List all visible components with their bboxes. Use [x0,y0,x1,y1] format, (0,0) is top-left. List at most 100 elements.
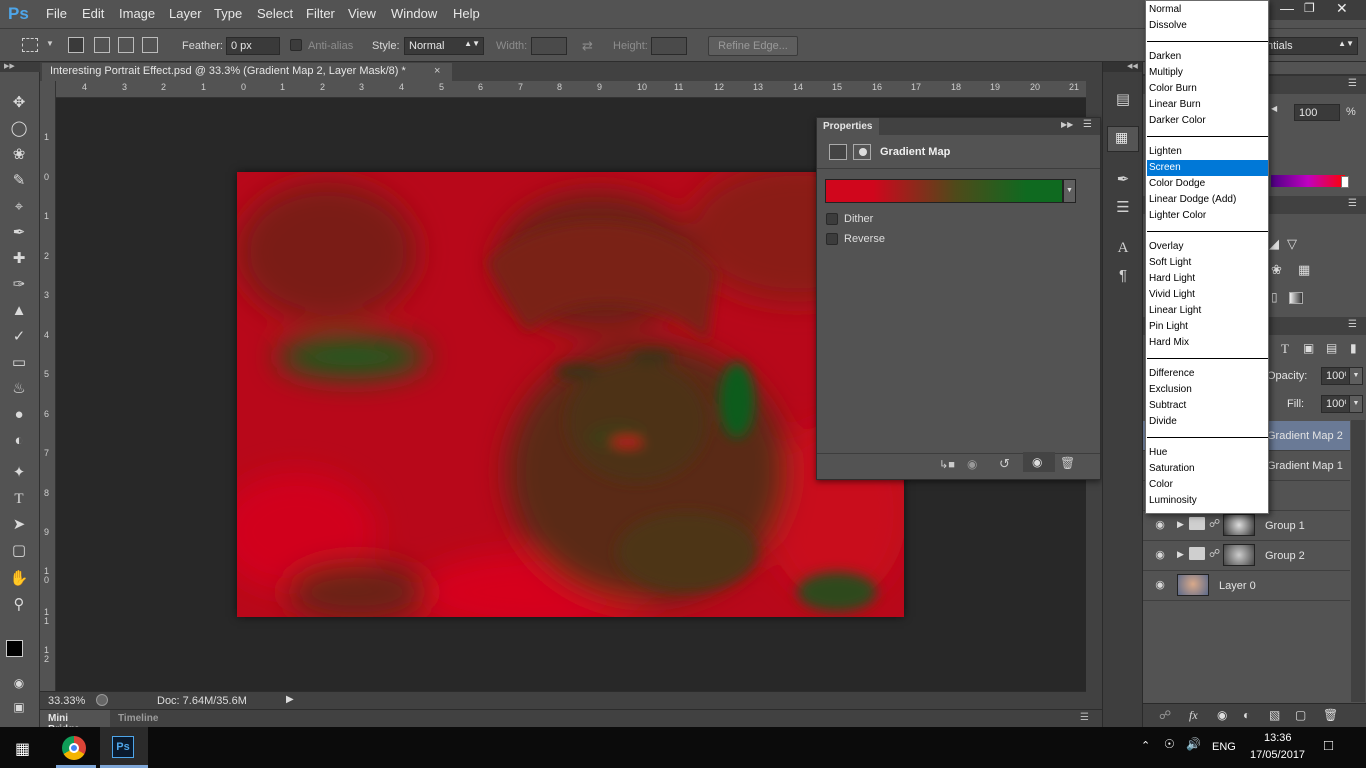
tab-mini-bridge[interactable]: Mini Bridge [40,710,110,735]
workspace-select[interactable]: ntials ▲▼ [1262,37,1358,55]
panel-menu-icon[interactable]: ☰ [1348,78,1357,89]
blend-mode-option[interactable]: Normal [1147,2,1268,18]
menu-help[interactable]: Help [453,6,480,21]
clock-time[interactable]: 13:36 [1264,732,1292,744]
blend-mode-option[interactable]: Linear Light [1147,303,1268,319]
shape-filter-icon[interactable]: ▣ [1303,341,1314,355]
subtract-selection-icon[interactable] [118,37,134,53]
brush-tool-icon[interactable]: ✑ [8,274,30,296]
blend-mode-option[interactable]: Multiply [1147,65,1268,81]
chevron-down-icon[interactable]: ▼ [1349,367,1363,385]
document-tab[interactable]: Interesting Portrait Effect.psd @ 33.3% … [42,63,452,81]
language-indicator[interactable]: ENG [1212,741,1236,753]
color-ramp-white[interactable] [1341,176,1349,188]
close-icon[interactable]: ✕ [1336,0,1348,17]
feather-input[interactable] [226,37,280,55]
foreground-color-swatch[interactable] [6,640,23,657]
tray-chevron-up-icon[interactable]: ⌃ [1141,739,1150,752]
blend-mode-option[interactable]: Screen [1147,160,1268,176]
anti-alias-checkbox[interactable] [290,39,302,51]
menu-view[interactable]: View [348,6,376,21]
tool-preset-dropdown-icon[interactable]: ▼ [46,39,54,48]
blend-mode-option[interactable]: Luminosity [1147,493,1268,509]
wifi-icon[interactable]: ☉ [1164,737,1175,751]
layers-scrollbar[interactable] [1351,420,1365,702]
visibility-toggle[interactable]: ◉ [1023,452,1055,472]
trash-icon[interactable]: 🗑 [1060,456,1075,470]
trash-icon[interactable]: 🗑 [1323,708,1338,722]
add-selection-icon[interactable] [94,37,110,53]
marquee-tool-icon[interactable] [22,38,38,52]
color-value-input[interactable] [1294,104,1340,121]
blend-mode-option[interactable]: Linear Dodge (Add) [1147,192,1268,208]
channel-mixer-icon[interactable]: ❀ [1271,262,1282,278]
mask-icon[interactable] [853,144,871,160]
gradient-triangle-icon[interactable]: ▽ [1287,236,1297,252]
panel-menu-icon[interactable]: ☰ [1348,198,1357,209]
gradient-dropdown-icon[interactable]: ▼ [1063,179,1076,203]
move-tool-icon[interactable]: ✥ [8,92,30,114]
type-tool-icon[interactable]: T [8,488,30,510]
blend-mode-option[interactable]: Color [1147,477,1268,493]
panel-menu-icon[interactable]: ☰ [1348,319,1357,330]
eye-icon[interactable]: ◉ [1153,548,1167,562]
blend-mode-option[interactable]: Darken [1147,49,1268,65]
clock-date[interactable]: 17/05/2017 [1250,749,1305,761]
style-select[interactable]: Normal ▲▼ [404,37,484,55]
mask-icon[interactable]: ◉ [1217,708,1227,722]
eraser-tool-icon[interactable]: ▭ [8,352,30,374]
quick-selection-icon[interactable]: ✎ [8,170,30,192]
layer-mask-thumbnail[interactable] [1223,544,1255,566]
view-previous-icon[interactable]: ◉ [967,457,977,471]
zoom-tool-icon[interactable]: ⚲ [8,594,30,616]
fx-icon[interactable]: fx [1189,708,1198,723]
menu-select[interactable]: Select [257,6,293,21]
tab-close-icon[interactable]: × [434,65,440,77]
layer-row[interactable]: ◉ Layer 0 [1143,571,1350,601]
screen-mode-icon[interactable]: ▣ [8,696,30,718]
blend-mode-option[interactable]: Vivid Light [1147,287,1268,303]
gradient-preview[interactable] [825,179,1063,203]
clip-to-layer-icon[interactable]: ↳■ [939,458,955,471]
blend-mode-option[interactable]: Color Burn [1147,81,1268,97]
panel-menu-icon[interactable]: ☰ [1083,119,1092,130]
windows-start-icon[interactable]: ▦ [15,739,30,759]
expand-arrow-icon[interactable]: ▶ [1177,549,1184,560]
menu-file[interactable]: File [46,6,67,21]
blend-mode-option[interactable]: Hue [1147,445,1268,461]
lasso-tool-icon[interactable]: ❀ [8,144,30,166]
eyedropper-icon[interactable]: ✒ [8,222,30,244]
menu-layer[interactable]: Layer [169,6,202,21]
blend-mode-option[interactable]: Lighten [1147,144,1268,160]
pen-tool-icon[interactable]: ✦ [8,462,30,484]
rectangle-tool-icon[interactable]: ▢ [8,540,30,562]
healing-brush-icon[interactable]: ✚ [8,248,30,270]
blend-mode-option[interactable]: Lighter Color [1147,208,1268,224]
blend-mode-option[interactable]: Darker Color [1147,113,1268,129]
menu-type[interactable]: Type [214,6,242,21]
document-image[interactable] [237,172,904,617]
blend-mode-option[interactable]: Difference [1147,366,1268,382]
fill-input[interactable] [1321,395,1351,413]
status-menu-arrow-icon[interactable]: ▶ [286,694,294,705]
blend-mode-option[interactable]: Pin Light [1147,319,1268,335]
menu-filter[interactable]: Filter [306,6,335,21]
reverse-checkbox[interactable] [826,233,838,245]
notifications-icon[interactable]: □ [1324,737,1333,754]
blend-mode-option[interactable]: Overlay [1147,239,1268,255]
tab-timeline[interactable]: Timeline [118,713,158,724]
history-icon[interactable]: ▤ [1113,90,1133,110]
filter-toggle-icon[interactable]: ▮ [1350,341,1357,355]
layer-thumbnail[interactable] [1177,574,1209,596]
eye-icon[interactable]: ◉ [1153,518,1167,532]
restore-icon[interactable]: ❐ [1304,1,1315,15]
threshold-icon[interactable]: ▯ [1271,290,1278,304]
blend-mode-option[interactable]: Dissolve [1147,18,1268,34]
dock-collapse-icon[interactable]: ◀◀ [1103,62,1143,72]
width-input[interactable] [531,37,567,55]
curves-icon[interactable]: ◢ [1269,236,1279,252]
menu-edit[interactable]: Edit [82,6,104,21]
chrome-icon[interactable] [62,736,86,760]
blend-mode-option[interactable]: Hard Light [1147,271,1268,287]
paint-bucket-icon[interactable]: ♨ [8,378,30,400]
